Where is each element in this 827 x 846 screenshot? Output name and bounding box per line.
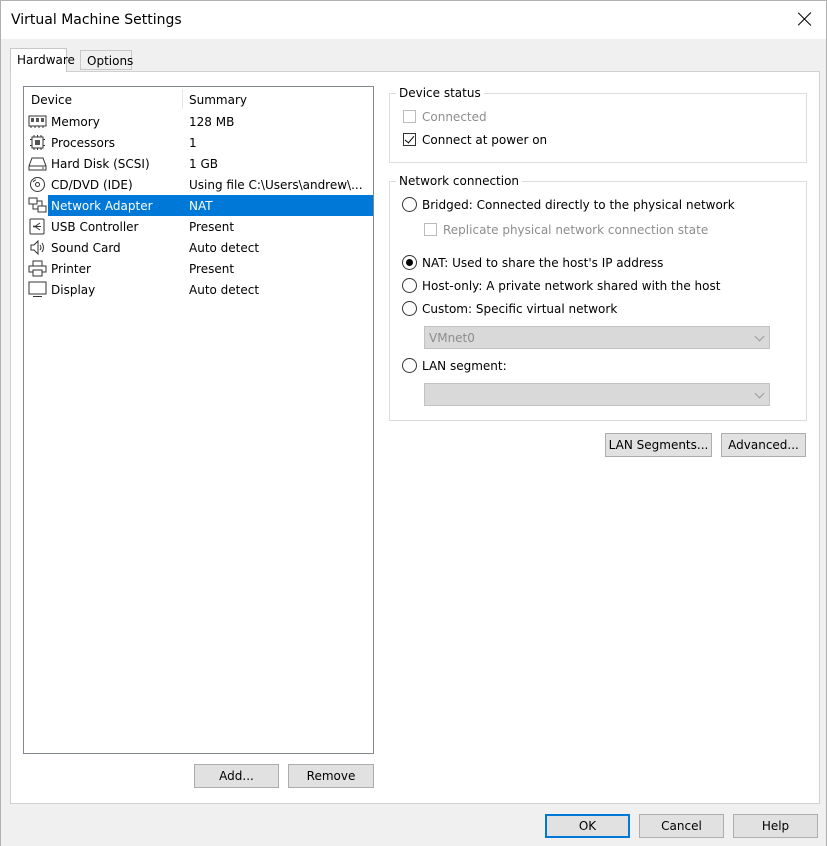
device-row-usb-controller[interactable]: USB Controller Present — [24, 216, 373, 237]
device-name: Printer — [51, 262, 91, 276]
lan-segment-radio[interactable] — [402, 358, 417, 373]
device-status-group: Device status — [389, 86, 807, 163]
usb-icon — [28, 218, 47, 235]
device-list[interactable]: Device Summary Memory 128 MB Processors … — [23, 86, 374, 754]
device-summary: Using file C:\Users\andrew\... — [189, 178, 363, 192]
device-summary: 1 GB — [189, 157, 218, 171]
printer-icon — [28, 260, 47, 277]
nat-radio[interactable] — [402, 255, 417, 270]
device-row-memory[interactable]: Memory 128 MB — [24, 111, 373, 132]
connect-at-power-on-label: Connect at power on — [422, 133, 548, 147]
device-summary: Present — [189, 262, 235, 276]
connected-label: Connected — [422, 110, 487, 124]
remove-device-button[interactable]: Remove — [288, 764, 374, 788]
memory-icon — [28, 113, 47, 130]
device-summary: NAT — [189, 199, 213, 213]
title-bar: Virtual Machine Settings — [1, 1, 826, 39]
help-button[interactable]: Help — [733, 814, 818, 838]
bridged-label: Bridged: Connected directly to the physi… — [422, 198, 735, 212]
chevron-down-icon — [754, 331, 765, 342]
hard-disk-icon — [28, 155, 47, 172]
device-name: Memory — [51, 115, 100, 129]
device-name: Network Adapter — [48, 198, 156, 214]
lan-segment-select[interactable] — [424, 383, 770, 406]
tab-options-label: Options — [87, 54, 134, 68]
advanced-button[interactable]: Advanced... — [721, 433, 806, 457]
device-summary: 128 MB — [189, 115, 235, 129]
device-name: CD/DVD (IDE) — [51, 178, 133, 192]
device-name: Hard Disk (SCSI) — [51, 157, 150, 171]
virtual-machine-settings-window: Virtual Machine Settings Hardware Option… — [0, 0, 827, 846]
device-row-cd-dvd[interactable]: CD/DVD (IDE) Using file C:\Users\andrew\… — [24, 174, 373, 195]
custom-radio[interactable] — [402, 301, 417, 316]
window-title: Virtual Machine Settings — [11, 12, 182, 28]
device-name: USB Controller — [51, 220, 139, 234]
host-only-label: Host-only: A private network shared with… — [422, 279, 721, 293]
device-row-hard-disk[interactable]: Hard Disk (SCSI) 1 GB — [24, 153, 373, 174]
processor-icon — [28, 134, 47, 151]
custom-label: Custom: Specific virtual network — [422, 302, 618, 316]
custom-network-value: VMnet0 — [429, 331, 475, 345]
network-connection-title: Network connection — [396, 174, 523, 188]
host-only-radio[interactable] — [402, 278, 417, 293]
connect-at-power-on-checkbox[interactable] — [403, 133, 416, 146]
nat-label: NAT: Used to share the host's IP address — [422, 256, 664, 270]
tab-options[interactable]: Options — [80, 50, 134, 70]
column-header-summary[interactable]: Summary — [189, 93, 247, 107]
tab-hardware[interactable]: Hardware — [10, 48, 75, 72]
network-adapter-icon — [28, 197, 47, 214]
cd-dvd-icon — [28, 176, 47, 193]
device-row-network-adapter[interactable]: Network Adapter NAT — [24, 195, 373, 216]
device-row-printer[interactable]: Printer Present — [24, 258, 373, 279]
display-icon — [28, 281, 47, 298]
add-device-button[interactable]: Add... — [194, 764, 279, 788]
chevron-down-icon — [754, 388, 765, 399]
device-name: Display — [51, 283, 96, 297]
replicate-state-checkbox[interactable] — [424, 223, 437, 236]
device-name: Sound Card — [51, 241, 121, 255]
device-row-processors[interactable]: Processors 1 — [24, 132, 373, 153]
device-status-title: Device status — [396, 86, 484, 100]
ok-button[interactable]: OK — [545, 814, 630, 838]
device-summary: Auto detect — [189, 241, 260, 255]
device-summary: Present — [189, 220, 235, 234]
cancel-button[interactable]: Cancel — [639, 814, 724, 838]
lan-segment-label: LAN segment: — [422, 359, 507, 373]
device-name: Processors — [51, 136, 116, 150]
column-header-device[interactable]: Device — [31, 93, 72, 107]
close-icon[interactable] — [796, 10, 814, 28]
lan-segments-button[interactable]: LAN Segments... — [605, 433, 712, 457]
connected-checkbox[interactable] — [403, 110, 416, 123]
device-row-display[interactable]: Display Auto detect — [24, 279, 373, 300]
device-summary: 1 — [189, 136, 197, 150]
column-divider[interactable] — [182, 89, 183, 109]
device-summary: Auto detect — [189, 283, 260, 297]
custom-network-select[interactable]: VMnet0 — [424, 326, 770, 349]
tab-hardware-label: Hardware — [17, 53, 75, 67]
device-list-header: Device Summary — [24, 87, 373, 111]
replicate-state-label: Replicate physical network connection st… — [443, 223, 709, 237]
sound-card-icon — [28, 239, 47, 256]
device-row-sound-card[interactable]: Sound Card Auto detect — [24, 237, 373, 258]
bridged-radio[interactable] — [402, 197, 417, 212]
